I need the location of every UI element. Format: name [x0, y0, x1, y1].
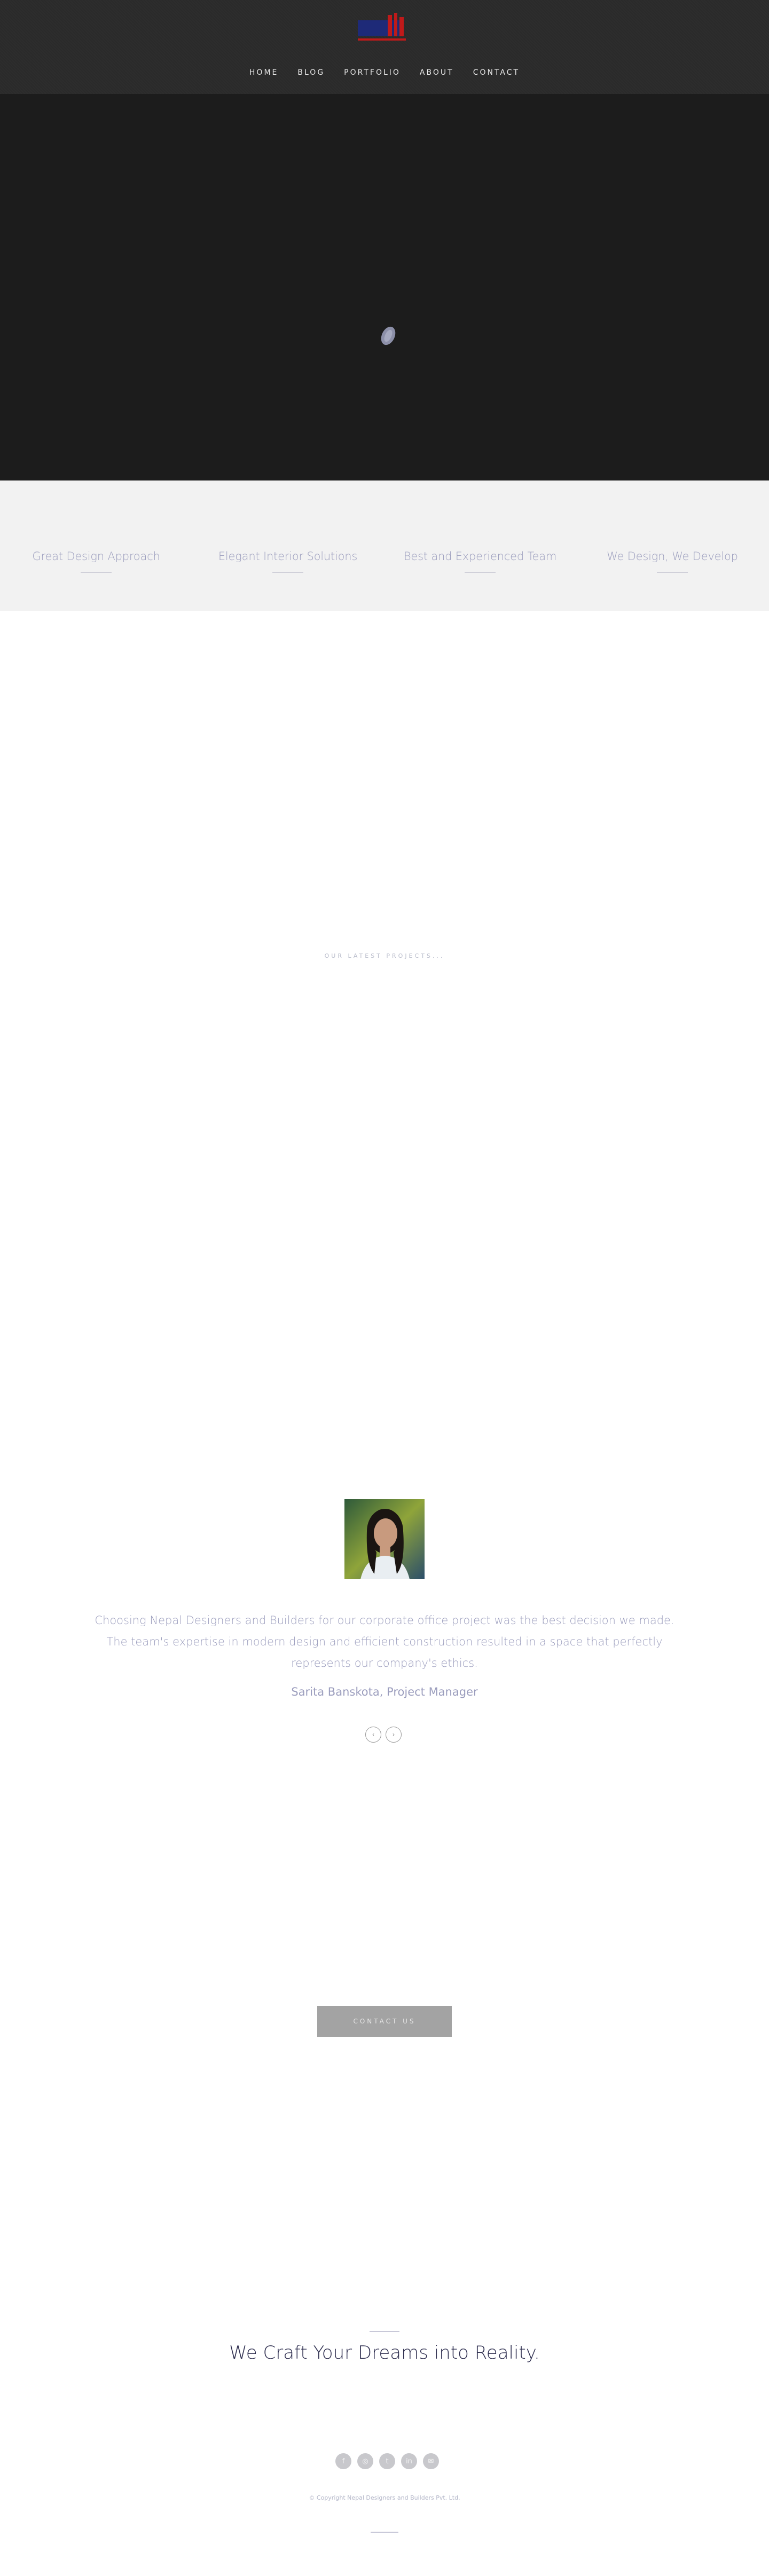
nav-portfolio[interactable]: PORTFOLIO	[334, 68, 410, 77]
nav-blog[interactable]: BLOG	[288, 68, 334, 77]
projects-heading: OUR LATEST PROJECTS...	[324, 952, 445, 959]
nav-about[interactable]: ABOUT	[410, 68, 464, 77]
testimonial-avatar	[344, 1499, 425, 1579]
linkedin-icon[interactable]: in	[401, 2453, 417, 2469]
site-header: HOME BLOG PORTFOLIO ABOUT CONTACT	[0, 0, 769, 94]
nav-contact[interactable]: CONTACT	[464, 68, 529, 77]
feature-divider	[272, 572, 303, 573]
footer-divider	[371, 2532, 398, 2533]
feature-title: Best and Experienced Team	[403, 550, 557, 563]
company-logo[interactable]	[355, 11, 414, 47]
motto-divider	[370, 2331, 399, 2332]
twitter-icon[interactable]: t	[379, 2453, 395, 2469]
testimonial-author: Sarita Banskota, Project Manager	[291, 1685, 478, 1698]
main-nav: HOME BLOG PORTFOLIO ABOUT CONTACT	[0, 68, 769, 77]
feature-item: Elegant Interior Solutions	[202, 550, 373, 573]
feature-title: Great Design Approach	[32, 550, 160, 563]
feature-title: Elegant Interior Solutions	[218, 550, 358, 563]
contact-us-button[interactable]: CONTACT US	[317, 2006, 452, 2037]
motto-heading: We Craft Your Dreams into Reality.	[229, 2342, 540, 2364]
feature-divider	[465, 572, 496, 573]
feature-divider	[81, 572, 112, 573]
hero-slider	[0, 94, 769, 480]
instagram-icon[interactable]: ◎	[357, 2453, 373, 2469]
feature-item: Best and Experienced Team	[395, 550, 566, 573]
nav-home[interactable]: HOME	[240, 68, 288, 77]
chevron-right-icon[interactable]: ›	[386, 1727, 402, 1743]
chevron-left-icon[interactable]: ‹	[365, 1727, 381, 1743]
facebook-icon[interactable]: f	[335, 2453, 351, 2469]
social-links: f ◎ t in ✉	[335, 2453, 439, 2469]
feature-title: We Design, We Develop	[607, 550, 738, 563]
loading-spinner-icon	[380, 325, 396, 347]
feature-item: Great Design Approach	[11, 550, 182, 573]
features-strip: Great Design Approach Elegant Interior S…	[0, 480, 769, 611]
copyright-text: © Copyright Nepal Designers and Builders…	[309, 2494, 460, 2501]
testimonial-controls: ‹ ›	[365, 1727, 402, 1743]
testimonial-quote: Choosing Nepal Designers and Builders fo…	[95, 1614, 674, 1669]
feature-item: We Design, We Develop	[587, 550, 758, 573]
email-icon[interactable]: ✉	[423, 2453, 439, 2469]
feature-divider	[657, 572, 688, 573]
